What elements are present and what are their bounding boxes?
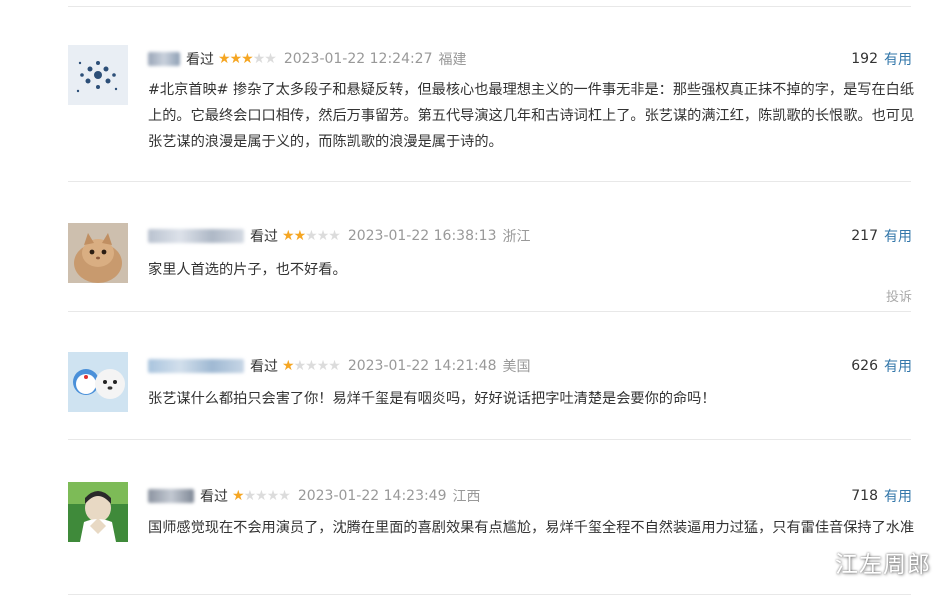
star-icon: ★ bbox=[316, 228, 330, 244]
useful-button[interactable]: 有用 bbox=[884, 356, 912, 376]
comment-text: 张艺谋什么都拍只会害了你！易烊千玺是有咽炎吗，好好说话把字吐清楚是会要你的命吗！ bbox=[148, 391, 716, 407]
star-icon: ★ bbox=[328, 358, 341, 374]
divider bbox=[68, 439, 911, 440]
star-icon: ★ bbox=[232, 488, 245, 504]
star-icon: ★ bbox=[328, 228, 341, 244]
divider bbox=[68, 594, 911, 595]
comment-time: 2023-01-22 12:24:27 bbox=[283, 51, 433, 67]
watched-label: 看过 bbox=[186, 52, 214, 68]
comment-time: 2023-01-22 14:21:48 bbox=[347, 358, 497, 374]
star-icon: ★ bbox=[293, 358, 307, 374]
comment-location: 美国 bbox=[502, 359, 531, 375]
star-icon: ★ bbox=[266, 488, 280, 504]
avatar[interactable] bbox=[68, 223, 128, 283]
star-icon: ★ bbox=[305, 358, 318, 374]
vote-area: 192 有用 bbox=[851, 49, 912, 69]
star-icon: ★ bbox=[229, 51, 243, 67]
username[interactable] bbox=[148, 52, 180, 66]
watched-label: 看过 bbox=[250, 229, 278, 245]
useful-button[interactable]: 有用 bbox=[884, 49, 912, 69]
avatar[interactable] bbox=[68, 482, 128, 542]
star-icon: ★ bbox=[218, 51, 231, 67]
avatar[interactable] bbox=[68, 352, 128, 412]
vote-count: 192 bbox=[851, 51, 878, 67]
star-icon: ★ bbox=[282, 358, 295, 374]
vote-count: 217 bbox=[851, 228, 878, 244]
report-button[interactable]: 投诉 bbox=[886, 286, 912, 305]
star-icon: ★ bbox=[282, 228, 295, 244]
comment-time: 2023-01-22 16:38:13 bbox=[347, 228, 497, 244]
divider bbox=[68, 181, 911, 182]
comment-location: 江西 bbox=[452, 489, 481, 505]
rating-stars: ★★★★★ bbox=[282, 358, 341, 374]
username[interactable] bbox=[148, 359, 244, 373]
comment-meta: 看过 ★★★★★ 2023-01-22 14:21:48 美国 bbox=[148, 356, 531, 376]
vote-count: 718 bbox=[851, 488, 878, 504]
star-icon: ★ bbox=[305, 228, 318, 244]
star-icon: ★ bbox=[316, 358, 330, 374]
username[interactable] bbox=[148, 489, 194, 503]
comment-location: 福建 bbox=[438, 52, 467, 68]
star-icon: ★ bbox=[255, 488, 268, 504]
username[interactable] bbox=[148, 229, 244, 243]
star-icon: ★ bbox=[264, 51, 277, 67]
useful-button[interactable]: 有用 bbox=[884, 226, 912, 246]
star-icon: ★ bbox=[278, 488, 291, 504]
comment-meta: 看过 ★★★★★ 2023-01-22 12:24:27 福建 bbox=[148, 49, 467, 69]
comment-location: 浙江 bbox=[502, 229, 531, 245]
comment-time: 2023-01-22 14:23:49 bbox=[297, 488, 447, 504]
useful-button[interactable]: 有用 bbox=[884, 486, 912, 506]
divider bbox=[68, 6, 911, 7]
vote-count: 626 bbox=[851, 358, 878, 374]
rating-stars: ★★★★★ bbox=[218, 51, 277, 67]
watched-label: 看过 bbox=[200, 489, 228, 505]
watermark: 江左周郎 bbox=[835, 552, 931, 578]
watched-label: 看过 bbox=[250, 359, 278, 375]
vote-area: 217 有用 bbox=[851, 226, 912, 246]
star-icon: ★ bbox=[241, 51, 254, 67]
star-icon: ★ bbox=[293, 228, 307, 244]
comment-meta: 看过 ★★★★★ 2023-01-22 16:38:13 浙江 bbox=[148, 226, 531, 246]
comment-text: #北京首映# 掺杂了太多段子和悬疑反转，但最核心也最理想主义的一件事无非是：那些… bbox=[148, 82, 915, 150]
rating-stars: ★★★★★ bbox=[232, 488, 291, 504]
vote-area: 626 有用 bbox=[851, 356, 912, 376]
comment-text: 国师感觉现在不会用演员了，沈腾在里面的喜剧效果有点尴尬，易烊千玺全程不自然装逼用… bbox=[148, 520, 915, 536]
avatar[interactable] bbox=[68, 45, 128, 105]
comment-meta: 看过 ★★★★★ 2023-01-22 14:23:49 江西 bbox=[148, 486, 481, 506]
vote-area: 718 有用 bbox=[851, 486, 912, 506]
rating-stars: ★★★★★ bbox=[282, 228, 341, 244]
comment-text: 家里人首选的片子，也不好看。 bbox=[148, 262, 347, 278]
divider bbox=[68, 311, 911, 312]
star-icon: ★ bbox=[252, 51, 266, 67]
star-icon: ★ bbox=[243, 488, 257, 504]
